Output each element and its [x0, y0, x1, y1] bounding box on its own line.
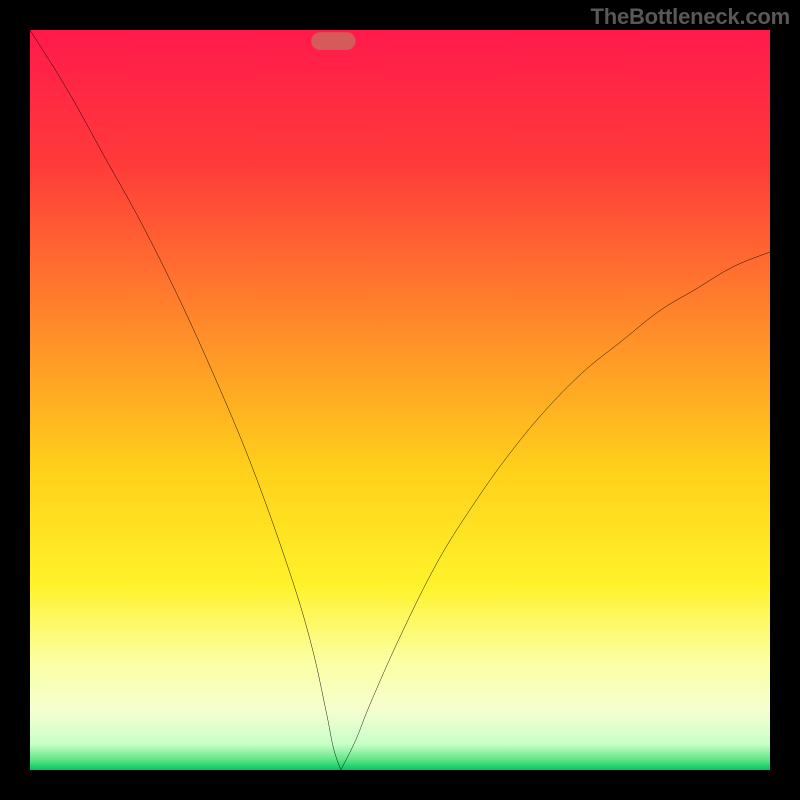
vertex-marker: [311, 32, 355, 50]
plot-area: [30, 30, 770, 770]
plot-svg: [30, 30, 770, 770]
chart-frame: TheBottleneck.com: [0, 0, 800, 800]
watermark-text: TheBottleneck.com: [590, 4, 790, 30]
gradient-background: [30, 30, 770, 770]
